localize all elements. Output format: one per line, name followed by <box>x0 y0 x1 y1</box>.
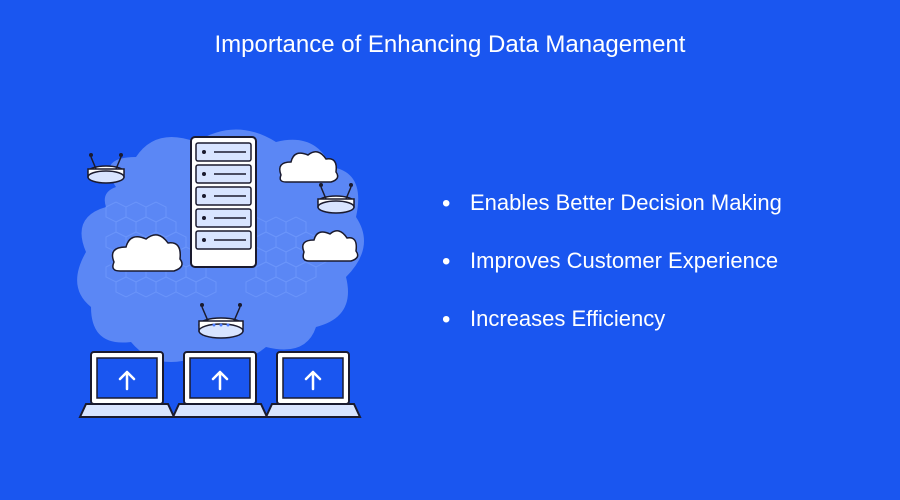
list-item: Enables Better Decision Making <box>442 190 840 216</box>
bullet-list: Enables Better Decision Making Improves … <box>442 190 840 364</box>
router-icon <box>88 153 124 183</box>
server-tower-icon <box>191 137 256 267</box>
laptop-icon <box>173 352 267 417</box>
laptop-icon <box>80 352 174 417</box>
bullet-section: Enables Better Decision Making Improves … <box>432 82 900 472</box>
list-item: Improves Customer Experience <box>442 248 840 274</box>
page-title: Importance of Enhancing Data Management <box>0 0 900 62</box>
content-area: Enables Better Decision Making Improves … <box>0 82 900 472</box>
list-item: Increases Efficiency <box>442 306 840 332</box>
laptop-icon <box>266 352 360 417</box>
network-graphic-icon <box>36 107 396 447</box>
server-network-illustration <box>0 82 432 472</box>
title-line: Importance of Enhancing Data Management <box>215 31 686 58</box>
